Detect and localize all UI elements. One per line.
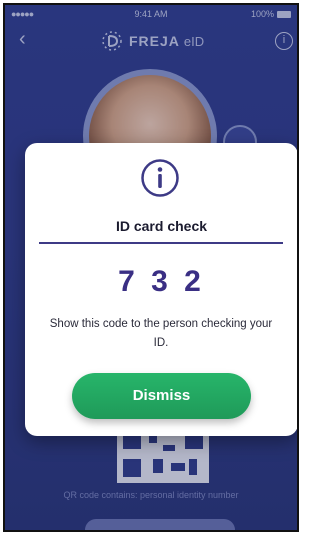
id-check-dialog: ID card check 7 3 2 Show this code to th… — [25, 143, 297, 436]
verification-code: 7 3 2 — [118, 265, 205, 298]
dismiss-button[interactable]: Dismiss — [72, 373, 251, 419]
info-icon — [141, 159, 179, 197]
app-screen: ●●●●● 9:41 AM 100% ‹ FREJA eID i QR code… — [3, 3, 299, 532]
dialog-message: Show this code to the person checking yo… — [49, 318, 273, 349]
dialog-divider — [39, 242, 283, 244]
dialog-title: ID card check — [115, 218, 208, 234]
